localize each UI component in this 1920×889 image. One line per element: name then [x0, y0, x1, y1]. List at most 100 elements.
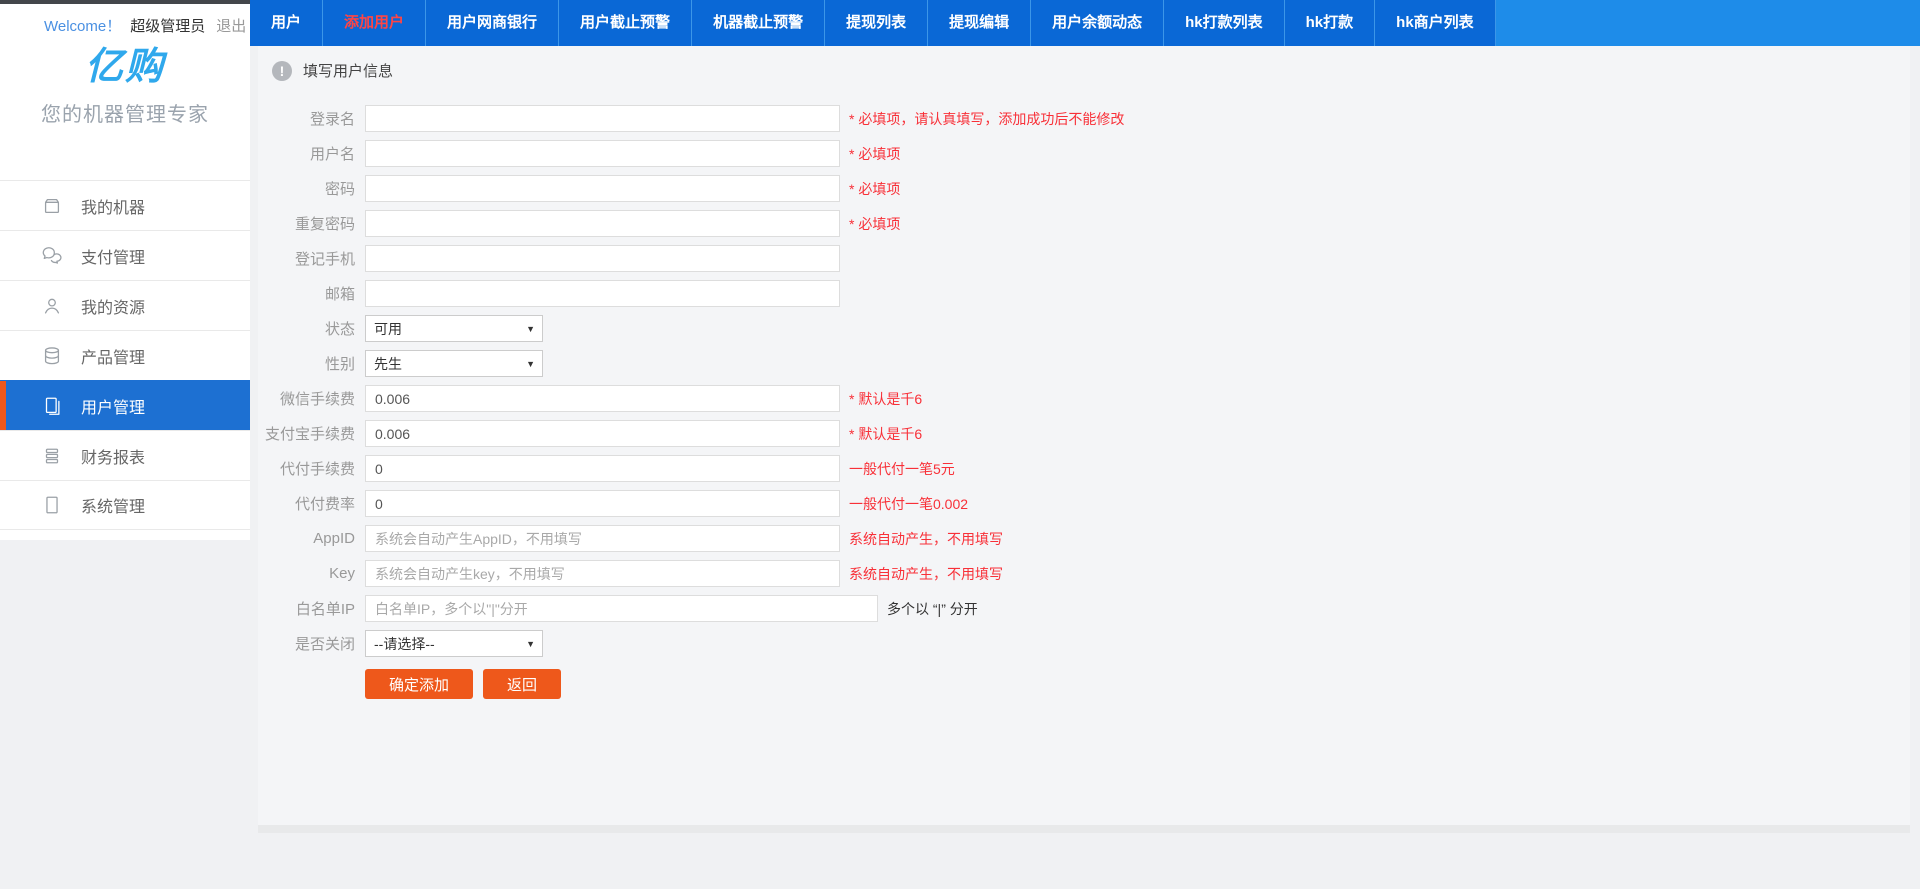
wechat-fee-label: 微信手续费 — [258, 388, 355, 409]
daifu-rate-label: 代付费率 — [258, 493, 355, 514]
chevron-down-icon: ▼ — [526, 324, 535, 334]
user-name-input[interactable] — [365, 140, 840, 167]
key-label: Key — [258, 565, 355, 582]
daifu-rate-hint: 一般代付一笔0.002 — [849, 494, 968, 514]
tab-user-bank[interactable]: 用户网商银行 — [426, 0, 559, 46]
appid-hint: 系统自动产生，不用填写 — [849, 529, 1003, 549]
form-row-repeat-password: 重复密码 * 必填项 — [258, 210, 1910, 237]
sidebar-item-label: 用户管理 — [81, 394, 145, 418]
alipay-fee-hint: * 默认是千6 — [849, 424, 922, 444]
tab-add-user[interactable]: 添加用户 — [323, 0, 426, 46]
database-icon — [40, 344, 64, 368]
form-row-login-name: 登录名 * 必填项，请认真填写，添加成功后不能修改 — [258, 105, 1910, 132]
status-select-value: 可用 — [374, 319, 402, 339]
sidebar-item-label: 财务报表 — [81, 444, 145, 468]
form-row-email: 邮箱 — [258, 280, 1910, 307]
wechat-fee-input[interactable] — [365, 385, 840, 412]
login-phone-input[interactable] — [365, 245, 840, 272]
alipay-fee-input[interactable] — [365, 420, 840, 447]
is-closed-label: 是否关闭 — [258, 633, 355, 654]
panel-header: ! 填写用户信息 — [258, 46, 1910, 81]
login-name-input[interactable] — [365, 105, 840, 132]
list-icon — [40, 444, 64, 468]
password-hint: * 必填项 — [849, 179, 900, 199]
sidebar-item-finance-report[interactable]: 财务报表 — [0, 430, 250, 480]
tab-hk-payment-list[interactable]: hk打款列表 — [1164, 0, 1285, 46]
daifu-fee-hint: 一般代付一笔5元 — [849, 459, 955, 479]
daifu-rate-input[interactable] — [365, 490, 840, 517]
back-button[interactable]: 返回 — [483, 669, 561, 699]
user-form: 登录名* 必填项，请认真填写，添加成功后不能修改用户名* 必填项密码* 必填项重… — [258, 81, 1910, 657]
gender-select-value: 先生 — [374, 354, 402, 374]
content-panel: ! 填写用户信息 登录名 * 必填项，请认真填写，添加成功后不能修改用户名 * 必填… — [258, 46, 1910, 833]
daifu-fee-input[interactable] — [365, 455, 840, 482]
logout-link[interactable]: 退出 — [216, 18, 246, 35]
login-name-label: 登录名 — [258, 108, 355, 129]
machine-icon — [40, 194, 64, 218]
alipay-fee-label: 支付宝手续费 — [258, 423, 355, 444]
email-input[interactable] — [365, 280, 840, 307]
sidebar-item-my-resources[interactable]: 我的资源 — [0, 280, 250, 330]
repeat-password-label: 重复密码 — [258, 213, 355, 234]
appid-label: AppID — [258, 530, 355, 547]
sidebar-item-my-machines[interactable]: 我的机器 — [0, 180, 250, 230]
tab-withdraw-edit[interactable]: 提现编辑 — [928, 0, 1031, 46]
email-label: 邮箱 — [258, 283, 355, 304]
form-row-whitelist-ip: 白名单IP多个以 “|” 分开 — [258, 595, 1910, 622]
submit-button[interactable]: 确定添加 — [365, 669, 473, 699]
chevron-down-icon: ▼ — [526, 359, 535, 369]
sidebar-item-label: 系统管理 — [81, 493, 145, 517]
password-label: 密码 — [258, 178, 355, 199]
sidebar-menu: 我的机器支付管理我的资源产品管理用户管理财务报表系统管理 — [0, 180, 250, 530]
is-closed-select-value: --请选择-- — [374, 634, 435, 654]
pages-icon — [40, 394, 64, 418]
chevron-down-icon: ▼ — [526, 639, 535, 649]
whitelist-ip-hint: 多个以 “|” 分开 — [887, 599, 978, 619]
form-row-user-name: 用户名 * 必填项 — [258, 140, 1910, 167]
sidebar-item-user-mgmt[interactable]: 用户管理 — [0, 380, 250, 430]
top-nav: 用户添加用户用户网商银行用户截止预警机器截止预警提现列表提现编辑用户余额动态hk… — [250, 0, 1920, 46]
document-icon — [40, 493, 64, 517]
page-title: 填写用户信息 — [303, 60, 393, 81]
form-row-daifu-fee: 代付手续费一般代付一笔5元 — [258, 455, 1910, 482]
key-input[interactable] — [365, 560, 840, 587]
nav-tabs: 用户添加用户用户网商银行用户截止预警机器截止预警提现列表提现编辑用户余额动态hk… — [250, 0, 1920, 46]
tab-hk-payment[interactable]: hk打款 — [1285, 0, 1376, 46]
payment-chat-icon — [40, 244, 64, 268]
form-row-login-phone: 登记手机 — [258, 245, 1910, 272]
user-name-hint: * 必填项 — [849, 144, 900, 164]
sidebar-top-strip — [0, 0, 250, 4]
tab-hk-merchant-list[interactable]: hk商户列表 — [1375, 0, 1496, 46]
key-hint: 系统自动产生，不用填写 — [849, 564, 1003, 584]
sidebar: Welcome！超级管理员退出 亿购 您的机器管理专家 我的机器支付管理我的资源… — [0, 0, 250, 540]
tab-user-expire-warning[interactable]: 用户截止预警 — [559, 0, 692, 46]
gender-select[interactable]: 先生 ▼ — [365, 350, 543, 377]
form-row-appid: AppID 系统自动产生，不用填写 — [258, 525, 1910, 552]
form-row-status: 状态可用 ▼ — [258, 315, 1910, 342]
sidebar-item-payment-mgmt[interactable]: 支付管理 — [0, 230, 250, 280]
login-name-hint: * 必填项，请认真填写，添加成功后不能修改 — [849, 109, 1124, 129]
is-closed-select[interactable]: --请选择-- ▼ — [365, 630, 543, 657]
password-input[interactable] — [365, 175, 840, 202]
tab-user-balance-activity[interactable]: 用户余额动态 — [1031, 0, 1164, 46]
repeat-password-hint: * 必填项 — [849, 214, 900, 234]
user-name-label: 用户名 — [258, 143, 355, 164]
sidebar-item-label: 支付管理 — [81, 244, 145, 268]
appid-input[interactable] — [365, 525, 840, 552]
form-row-gender: 性别先生▼ — [258, 350, 1910, 377]
sidebar-item-system-mgmt[interactable]: 系统管理 — [0, 480, 250, 530]
tab-machine-expire-warning[interactable]: 机器截止预警 — [692, 0, 825, 46]
sidebar-item-label: 我的机器 — [81, 194, 145, 218]
person-icon — [40, 294, 64, 318]
tab-users[interactable]: 用户 — [250, 0, 323, 46]
tab-withdraw-list[interactable]: 提现列表 — [825, 0, 928, 46]
form-row-is-closed: 是否关闭 --请选择-- ▼ — [258, 630, 1910, 657]
repeat-password-input[interactable] — [365, 210, 840, 237]
status-label: 状态 — [258, 318, 355, 339]
sidebar-item-label: 产品管理 — [81, 344, 145, 368]
status-select[interactable]: 可用 ▼ — [365, 315, 543, 342]
welcome-text: Welcome！ — [44, 18, 121, 35]
form-row-wechat-fee: 微信手续费* 默认是千6 — [258, 385, 1910, 412]
whitelist-ip-input[interactable] — [365, 595, 878, 622]
sidebar-item-product-mgmt[interactable]: 产品管理 — [0, 330, 250, 380]
